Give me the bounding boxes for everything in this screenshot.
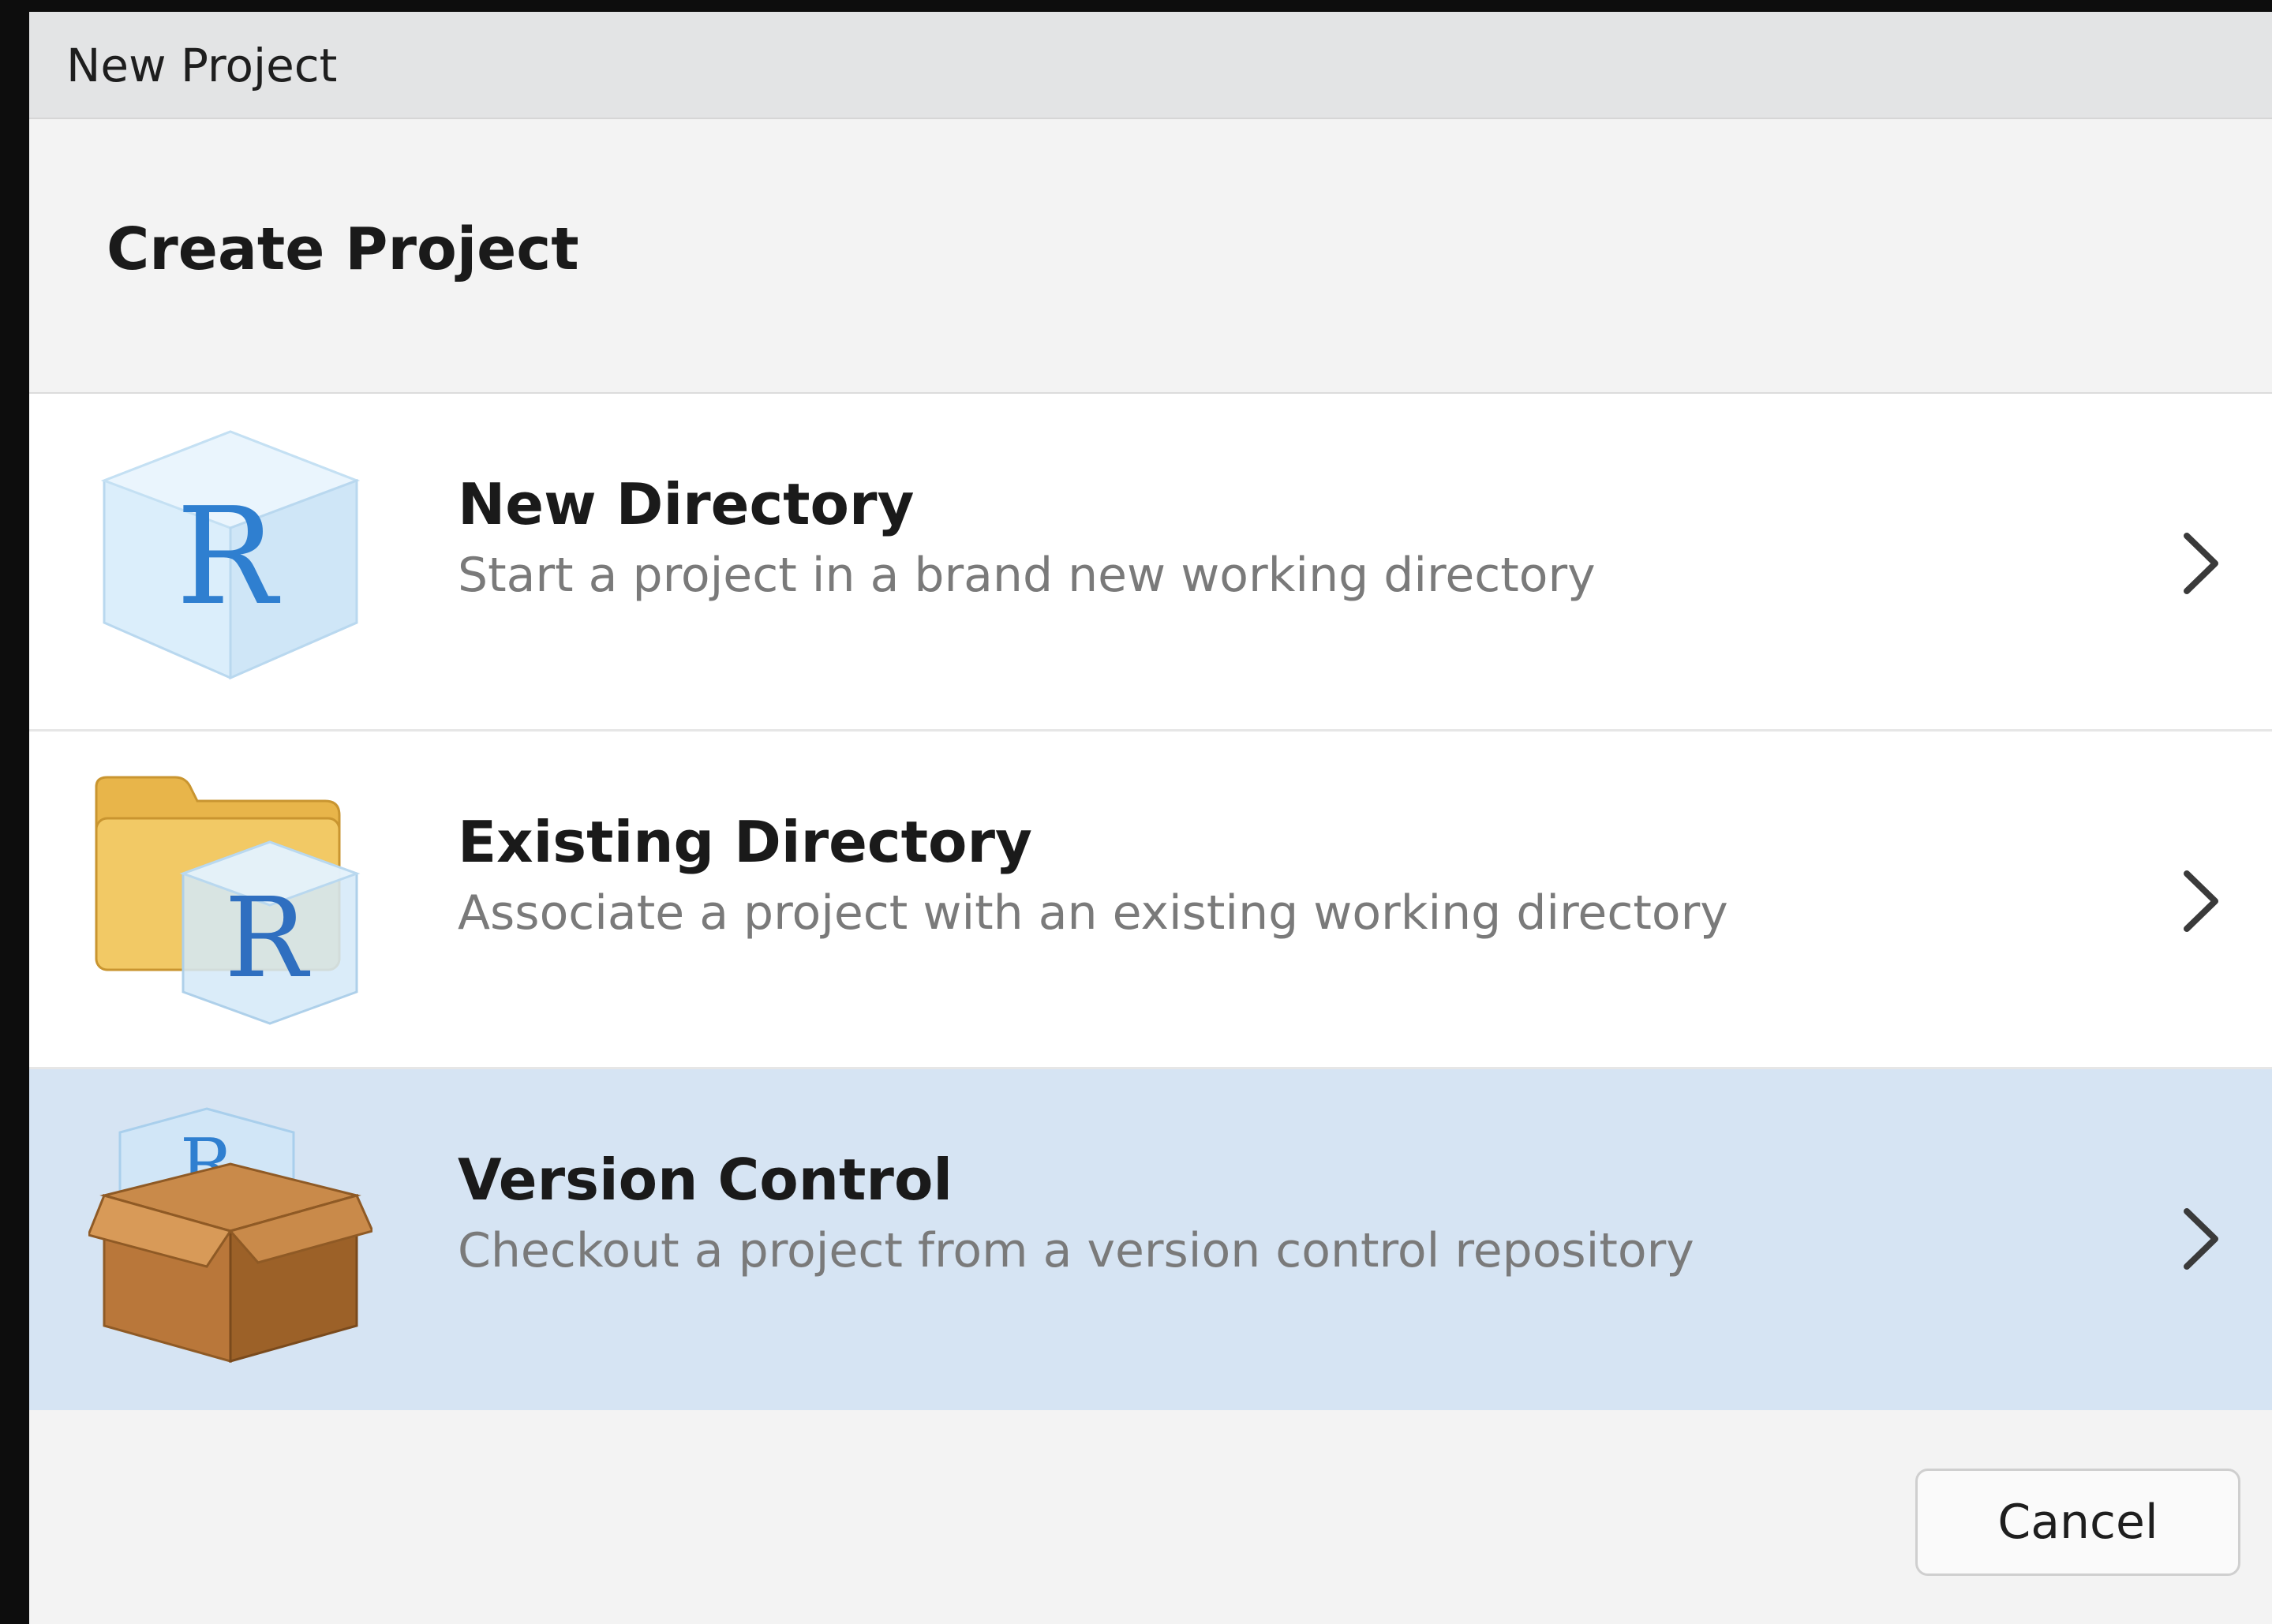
option-description: Associate a project with an existing wor… (458, 885, 1728, 941)
package-box-icon: R (88, 1107, 372, 1363)
svg-text:R: R (224, 874, 310, 1003)
window-title: New Project (66, 39, 338, 92)
option-existing-directory[interactable]: R Existing Directory Associate a project… (29, 732, 2272, 1069)
option-description: Checkout a project from a version contro… (458, 1223, 1694, 1278)
option-title: Existing Directory (458, 809, 1032, 875)
option-title: Version Control (458, 1147, 953, 1213)
chevron-right-icon (2184, 1208, 2218, 1270)
folder-r-cube-icon: R (95, 776, 361, 1025)
option-title: New Directory (458, 471, 915, 537)
option-new-directory[interactable]: R New Directory Start a project in a bra… (29, 394, 2272, 732)
new-project-dialog: New Project Create Project R New Directo… (29, 12, 2272, 1624)
dialog-header: Create Project (29, 119, 2272, 394)
chevron-right-icon (2184, 870, 2218, 932)
option-description: Start a project in a brand new working d… (458, 548, 1596, 603)
dialog-heading: Create Project (107, 215, 579, 283)
chevron-right-icon (2184, 533, 2218, 594)
cancel-button[interactable]: Cancel (1915, 1469, 2240, 1576)
window-titlebar[interactable]: New Project (29, 12, 2272, 119)
dialog-footer: Cancel (29, 1410, 2272, 1624)
project-type-list: R New Directory Start a project in a bra… (29, 394, 2272, 1413)
option-version-control[interactable]: R Version Control Checkout a project fro… (29, 1069, 2272, 1413)
r-cube-icon: R (100, 430, 361, 680)
svg-text:R: R (176, 479, 281, 635)
